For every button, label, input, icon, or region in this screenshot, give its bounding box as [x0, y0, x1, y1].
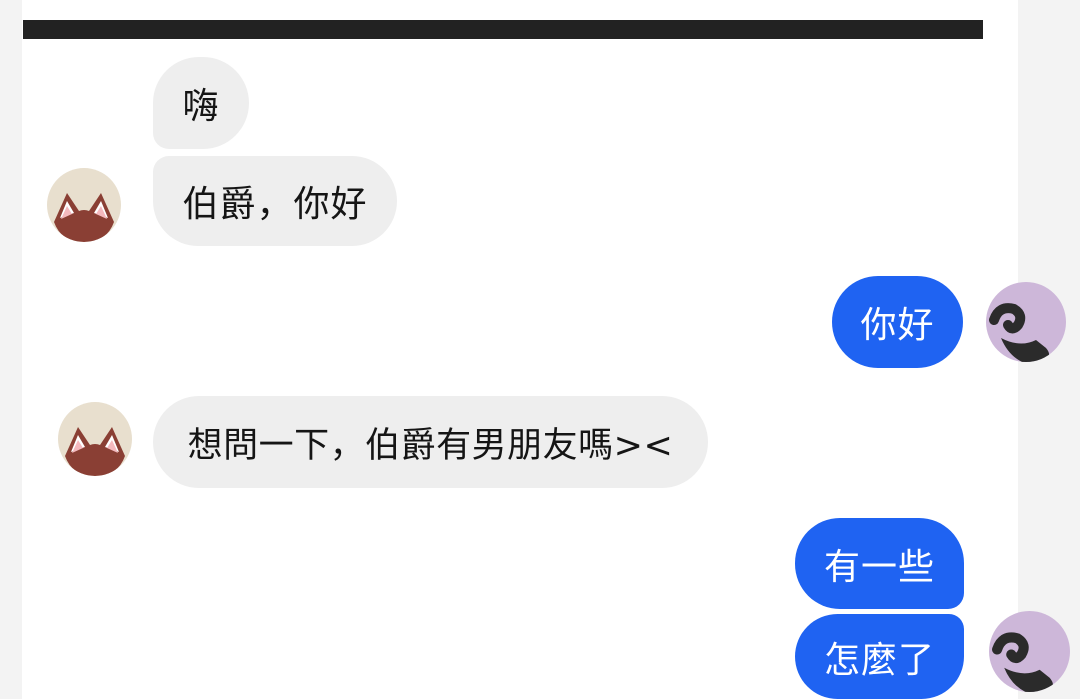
message-bubble-outgoing: 有一些: [795, 518, 964, 609]
message-bubble-incoming: 想問一下，伯爵有男朋友嗎><: [153, 396, 708, 488]
swirl-icon: [989, 611, 1070, 692]
top-bar: [23, 20, 983, 39]
cat-face-icon: [47, 168, 121, 242]
swirl-icon: [986, 282, 1066, 362]
message-bubble-outgoing: 怎麼了: [795, 614, 964, 699]
message-bubble-incoming: 伯爵，你好: [153, 156, 397, 246]
swirl-avatar[interactable]: [989, 611, 1070, 692]
cat-face-icon: [58, 402, 132, 476]
swirl-avatar[interactable]: [986, 282, 1066, 362]
message-bubble-outgoing: 你好: [832, 276, 963, 368]
cat-avatar[interactable]: [47, 168, 121, 242]
cat-avatar[interactable]: [58, 402, 132, 476]
message-bubble-incoming: 嗨: [153, 57, 249, 149]
